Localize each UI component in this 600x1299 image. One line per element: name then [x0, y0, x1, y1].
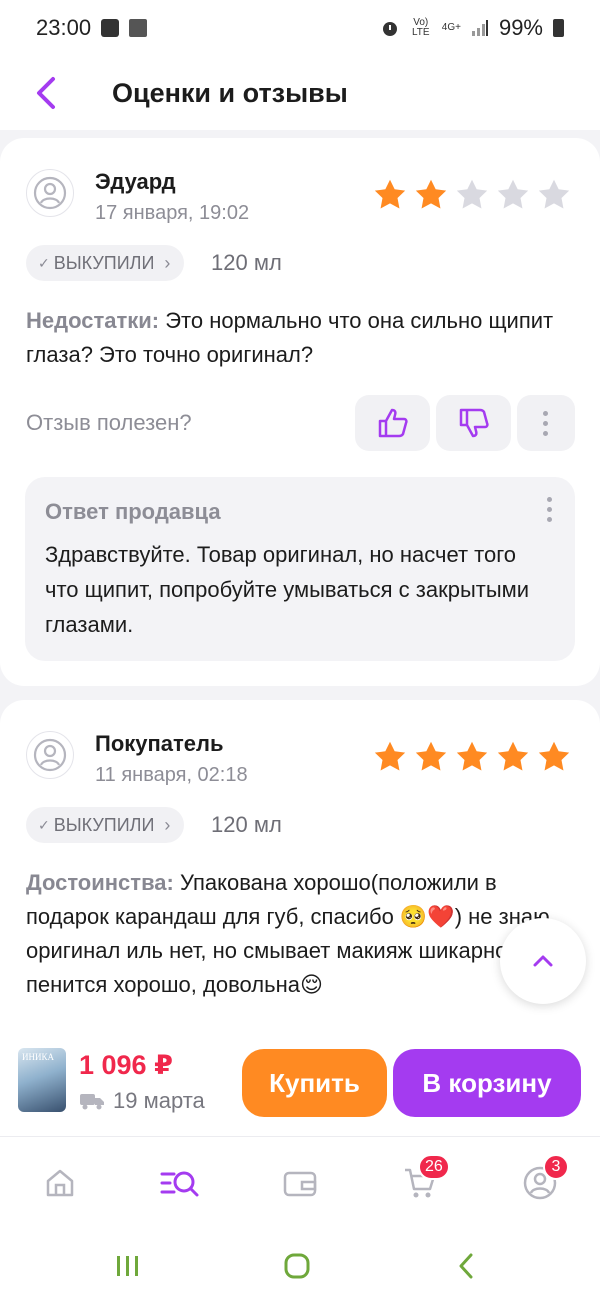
helpful-question: Отзыв полезен?	[26, 410, 192, 435]
review-text: Недостатки: Это нормально что она сильно…	[26, 304, 576, 372]
back-nav-icon	[459, 1253, 473, 1279]
star-empty-icon	[497, 179, 529, 209]
rating-stars	[372, 177, 572, 213]
back-arrow-icon	[37, 77, 55, 109]
system-nav-bar	[0, 1228, 600, 1299]
purchased-label: выкупили	[53, 252, 155, 273]
chevron-right-icon: ›	[164, 252, 171, 273]
chevron-up-icon	[533, 955, 553, 967]
home-nav-button[interactable]	[277, 1246, 317, 1286]
truck-icon	[80, 1094, 104, 1110]
recent-apps-button[interactable]	[108, 1246, 148, 1286]
review-more-button[interactable]	[517, 395, 575, 451]
like-button[interactable]	[355, 395, 430, 451]
thumbs-up-icon	[378, 408, 408, 438]
network-4g-indicator: 4G+	[441, 22, 461, 33]
purchased-chip[interactable]: ✓ выкупили ›	[26, 245, 185, 281]
page-title: Оценки и отзывы	[112, 77, 348, 108]
gallery-notification-icon	[101, 19, 120, 37]
review-author: Эдуард	[95, 169, 176, 194]
review-text-label: Достоинства:	[26, 870, 174, 895]
review-author: Покупатель	[95, 731, 224, 756]
cart-badge: 26	[418, 1154, 450, 1180]
tab-wallet[interactable]	[276, 1159, 324, 1207]
wallet-icon	[283, 1171, 317, 1197]
review-card: Покупатель 11 января, 02:18 ✓ выкупили ›…	[0, 700, 600, 1060]
seller-reply-more-icon[interactable]	[547, 497, 553, 522]
volte-indicator: Vo) LTE	[411, 17, 430, 38]
product-thumbnail[interactable]: ИНИКА	[18, 1048, 66, 1112]
add-to-cart-button[interactable]: В корзину	[393, 1049, 581, 1117]
dislike-button[interactable]	[436, 395, 511, 451]
bottom-tab-bar: 26 3	[0, 1136, 600, 1229]
product-volume: 120 мл	[211, 812, 282, 837]
back-button[interactable]	[26, 73, 66, 113]
star-filled-icon	[374, 741, 406, 771]
home-icon	[46, 1169, 74, 1197]
package-notification-icon	[129, 19, 148, 37]
user-icon	[33, 738, 67, 772]
purchased-chip[interactable]: ✓ выкупили ›	[26, 807, 185, 843]
star-empty-icon	[456, 179, 488, 209]
star-empty-icon	[538, 179, 570, 209]
star-filled-icon	[497, 741, 529, 771]
product-thumbnail-text: ИНИКА	[22, 1052, 55, 1062]
signal-icon	[471, 20, 488, 36]
chevron-right-icon: ›	[164, 814, 171, 835]
catalog-search-icon	[160, 1171, 199, 1197]
avatar	[26, 169, 74, 217]
more-vertical-icon	[543, 410, 549, 436]
status-bar: 23:00 Vo) LTE 4G+ 99%	[0, 0, 600, 56]
home-nav-icon	[284, 1253, 310, 1279]
review-date: 17 января, 19:02	[95, 202, 250, 224]
purchased-label: выкупили	[53, 814, 155, 835]
alarm-icon	[382, 22, 397, 36]
product-price: 1 096 ₽	[79, 1050, 173, 1080]
review-text: Достоинства: Упакована хорошо(положили в…	[26, 866, 576, 1002]
seller-reply: Ответ продавца Здравствуйте. Товар ориги…	[25, 477, 575, 661]
tab-home[interactable]	[36, 1159, 84, 1207]
star-filled-icon	[415, 741, 447, 771]
recent-apps-icon	[117, 1256, 138, 1276]
buy-bar: ИНИКА 1 096 ₽ 19 марта Купить В корзину	[0, 1036, 600, 1136]
check-icon: ✓	[38, 816, 50, 833]
seller-reply-title: Ответ продавца	[45, 499, 221, 524]
star-filled-icon	[538, 741, 570, 771]
check-icon: ✓	[38, 254, 50, 271]
product-volume: 120 мл	[211, 250, 282, 275]
battery-percent: 99%	[498, 15, 543, 40]
star-filled-icon	[415, 179, 447, 209]
status-time: 23:00	[36, 15, 92, 40]
tab-catalog[interactable]	[156, 1159, 204, 1207]
seller-reply-text: Здравствуйте. Товар оригинал, но насчет …	[45, 542, 530, 637]
app-bar: Оценки и отзывы	[0, 56, 600, 130]
user-icon	[33, 176, 67, 210]
scroll-top-button[interactable]	[500, 918, 586, 1004]
star-filled-icon	[374, 179, 406, 209]
delivery-date: 19 марта	[113, 1088, 205, 1113]
battery-icon	[553, 19, 564, 37]
delivery-info: 19 марта	[79, 1088, 205, 1114]
rating-stars	[372, 739, 572, 775]
review-card: Эдуард 17 января, 19:02 ✓ выкупили › 120…	[0, 138, 600, 686]
review-date: 11 января, 02:18	[95, 764, 248, 786]
thumbs-down-icon	[459, 408, 489, 438]
review-text-label: Недостатки:	[26, 308, 160, 333]
star-filled-icon	[456, 741, 488, 771]
back-nav-button[interactable]	[446, 1246, 486, 1286]
profile-badge: 3	[543, 1154, 569, 1180]
avatar	[26, 731, 74, 779]
buy-button[interactable]: Купить	[242, 1049, 387, 1117]
